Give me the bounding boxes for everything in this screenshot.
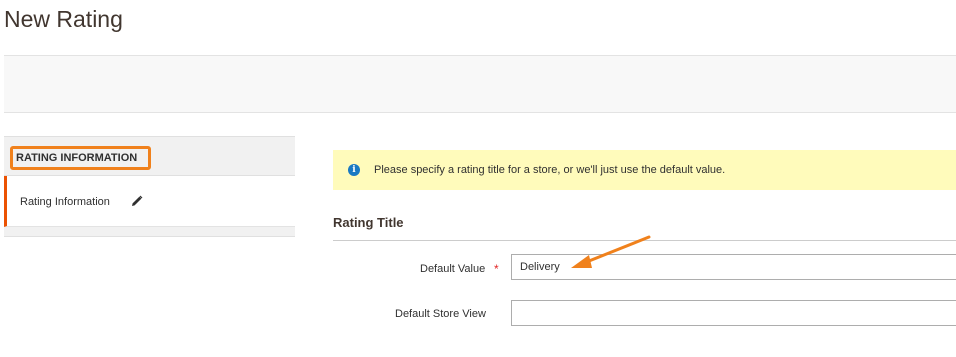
fieldset-divider	[333, 240, 956, 241]
default-value-input[interactable]	[511, 254, 956, 280]
highlight-annotation-box	[10, 146, 151, 170]
info-message-text: Please specify a rating title for a stor…	[374, 164, 726, 176]
default-store-view-label: Default Store View	[395, 308, 486, 320]
pencil-icon	[132, 195, 143, 206]
sidebar-header: RATING INFORMATION	[4, 136, 295, 176]
required-indicator: *	[494, 262, 499, 276]
page: New Rating RATING INFORMATION Rating Inf…	[0, 0, 956, 357]
sidebar-item-rating-information[interactable]: Rating Information	[4, 176, 295, 227]
page-title: New Rating	[4, 6, 123, 32]
info-message: i Please specify a rating title for a st…	[333, 150, 956, 190]
default-value-label: Default Value	[420, 263, 486, 275]
sidebar: RATING INFORMATION Rating Information	[4, 136, 295, 237]
info-icon: i	[348, 164, 360, 176]
sidebar-item-label: Rating Information	[20, 196, 110, 208]
default-store-view-input[interactable]	[511, 300, 956, 326]
sidebar-footer	[4, 227, 295, 237]
page-actions-bar	[4, 55, 956, 113]
fieldset-title: Rating Title	[333, 215, 404, 230]
